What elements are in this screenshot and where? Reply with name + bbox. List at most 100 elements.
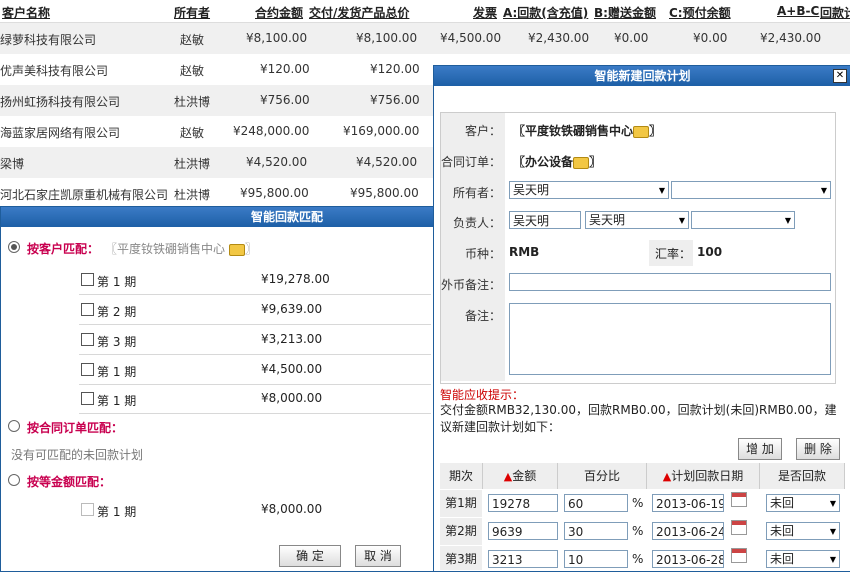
note-textarea[interactable] <box>509 303 831 375</box>
cell-customer[interactable]: 绿萝科技有限公司 <box>0 31 96 48</box>
folder-icon[interactable] <box>633 125 650 138</box>
tip-text: 交付金额RMB32,130.00，回款RMB0.00，回款计划(未回)RMB0.… <box>440 403 837 434</box>
amount-input[interactable]: 3213 <box>488 550 558 568</box>
col-period: 期次 <box>440 463 483 489</box>
cell-customer[interactable]: 梁博 <box>0 155 24 172</box>
cell-owner: 杜洪博 <box>174 188 211 202</box>
currency-value: RMB <box>509 245 540 259</box>
period-checkbox[interactable] <box>81 363 94 376</box>
note-label: 备注： <box>464 309 501 323</box>
period-checkbox[interactable] <box>81 303 94 316</box>
amount-input[interactable]: 19278 <box>488 494 558 512</box>
payment-match-dialog: 智能回款匹配 按客户匹配： 〖平度钕铁硼销售中心 〗 第 1 期 ¥19,278… <box>0 206 434 572</box>
period-row[interactable]: 第 3 期 ¥3,213.00 <box>79 325 431 355</box>
percent-sign: % <box>632 524 644 538</box>
ok-button[interactable]: 确 定 <box>279 545 341 567</box>
col-customer-name[interactable]: 客户名称 <box>2 4 50 21</box>
period-amount: ¥3,213.00 <box>261 332 323 346</box>
calendar-icon[interactable] <box>731 548 747 563</box>
returned-select[interactable]: 未回 <box>766 522 840 540</box>
sort-up-icon: ▲ <box>503 470 513 483</box>
col-a-payment[interactable]: A:回款(含充值) <box>503 4 588 21</box>
col-abc[interactable]: A+B-C <box>777 4 819 18</box>
period-label: 第 1 期 <box>97 365 137 379</box>
cell-a: ¥2,430.00 <box>528 31 590 45</box>
period-checkbox[interactable] <box>81 503 94 516</box>
responsible-select[interactable]: 吴天明 <box>585 211 689 229</box>
rate-label: 汇率： <box>655 247 692 261</box>
col-date[interactable]: ▲计划回款日期 <box>647 463 760 489</box>
plan-row: 第1期 19278 60 % 2013-06-19 未回 <box>440 490 844 517</box>
col-payment-plan[interactable]: 回款计 <box>820 4 850 21</box>
responsible-select-2[interactable] <box>691 211 795 229</box>
cell-customer[interactable]: 扬州虹扬科技有限公司 <box>0 93 120 110</box>
cell-delivery: ¥4,520.00 <box>356 155 418 169</box>
period-amount: ¥8,000.00 <box>261 502 323 516</box>
payment-match-title: 智能回款匹配 <box>1 207 433 227</box>
period-amount: ¥9,639.00 <box>261 302 323 316</box>
date-input[interactable]: 2013-06-24 <box>652 522 724 540</box>
col-delivery-total[interactable]: 交付/发货产品总价 <box>309 4 409 21</box>
col-invoice[interactable]: 发票 <box>473 4 497 21</box>
amount-input[interactable]: 9639 <box>488 522 558 540</box>
match-by-order-radio[interactable] <box>8 420 20 432</box>
folder-icon[interactable] <box>228 243 245 256</box>
rate-value: 100 <box>697 245 723 259</box>
cell-customer[interactable]: 优声美科技有限公司 <box>0 62 108 79</box>
returned-select[interactable]: 未回 <box>766 494 840 512</box>
period-cell: 第2期 <box>440 518 482 545</box>
match-by-amount-label: 按等金额匹配： <box>27 475 112 489</box>
sort-up-icon: ▲ <box>662 470 672 483</box>
cell-owner: 杜洪博 <box>174 157 211 171</box>
period-label: 第 1 期 <box>97 275 137 289</box>
period-checkbox[interactable] <box>81 333 94 346</box>
period-row[interactable]: 第 1 期 ¥8,000.00 <box>79 495 431 524</box>
delete-button[interactable]: 删 除 <box>796 438 840 460</box>
owner-select-2[interactable] <box>671 181 831 199</box>
cell-owner: 赵敏 <box>180 64 205 78</box>
period-checkbox[interactable] <box>81 392 94 405</box>
responsible-input[interactable]: 吴天明 <box>509 211 581 229</box>
calendar-icon[interactable] <box>731 520 747 535</box>
fx-note-input[interactable] <box>509 273 831 291</box>
cell-owner: 赵敏 <box>180 33 205 47</box>
col-contract-amount[interactable]: 合约金额 <box>255 4 303 21</box>
percent-input[interactable]: 10 <box>564 550 628 568</box>
cell-customer[interactable]: 河北石家庄凯原重机械有限公司 <box>0 186 168 203</box>
calendar-icon[interactable] <box>731 492 747 507</box>
close-icon[interactable]: ✕ <box>833 69 847 83</box>
returned-select[interactable]: 未回 <box>766 550 840 568</box>
plan-dialog-title: 智能新建回款计划 ✕ <box>434 66 850 86</box>
cell-contract: ¥4,520.00 <box>246 155 308 169</box>
match-by-amount-radio[interactable] <box>8 474 20 486</box>
period-row[interactable]: 第 1 期 ¥4,500.00 <box>79 355 431 385</box>
period-checkbox[interactable] <box>81 273 94 286</box>
plan-row: 第3期 3213 10 % 2013-06-28 未回 <box>440 546 844 570</box>
table-row[interactable]: 绿萝科技有限公司 赵敏 ¥8,100.00 ¥8,100.00 ¥4,500.0… <box>0 23 850 54</box>
match-by-customer-radio[interactable] <box>8 241 20 253</box>
date-input[interactable]: 2013-06-28 <box>652 550 724 568</box>
cell-delivery: ¥756.00 <box>370 93 420 107</box>
col-amount[interactable]: ▲金额 <box>483 463 558 489</box>
col-c-prepaid[interactable]: C:预付余额 <box>669 4 731 21</box>
period-label: 第 1 期 <box>97 505 137 519</box>
folder-icon[interactable] <box>573 156 590 169</box>
period-row[interactable]: 第 1 期 ¥8,000.00 <box>79 384 431 414</box>
col-b-gift[interactable]: B:赠送金额 <box>594 4 656 21</box>
period-row[interactable]: 第 1 期 ¥19,278.00 <box>79 265 431 295</box>
owner-select[interactable]: 吴天明 <box>509 181 669 199</box>
cell-contract: ¥95,800.00 <box>240 186 309 200</box>
period-row[interactable]: 第 2 期 ¥9,639.00 <box>79 295 431 325</box>
percent-sign: % <box>632 552 644 566</box>
percent-input[interactable]: 30 <box>564 522 628 540</box>
date-input[interactable]: 2013-06-19 <box>652 494 724 512</box>
add-button[interactable]: 增 加 <box>738 438 782 460</box>
cancel-button[interactable]: 取 消 <box>355 545 401 567</box>
col-owner[interactable]: 所有者 <box>174 4 210 21</box>
tip-title: 智能应收提示： <box>440 388 525 402</box>
col-amount-text: 金额 <box>512 469 537 483</box>
new-payment-plan-dialog: 智能新建回款计划 ✕ 客户： 〖平度钕铁硼销售中心〗 合同订单： 〖办公设备〗 … <box>433 65 850 572</box>
percent-input[interactable]: 60 <box>564 494 628 512</box>
col-percent: 百分比 <box>558 463 647 489</box>
cell-customer[interactable]: 海蓝家居网络有限公司 <box>0 124 120 141</box>
